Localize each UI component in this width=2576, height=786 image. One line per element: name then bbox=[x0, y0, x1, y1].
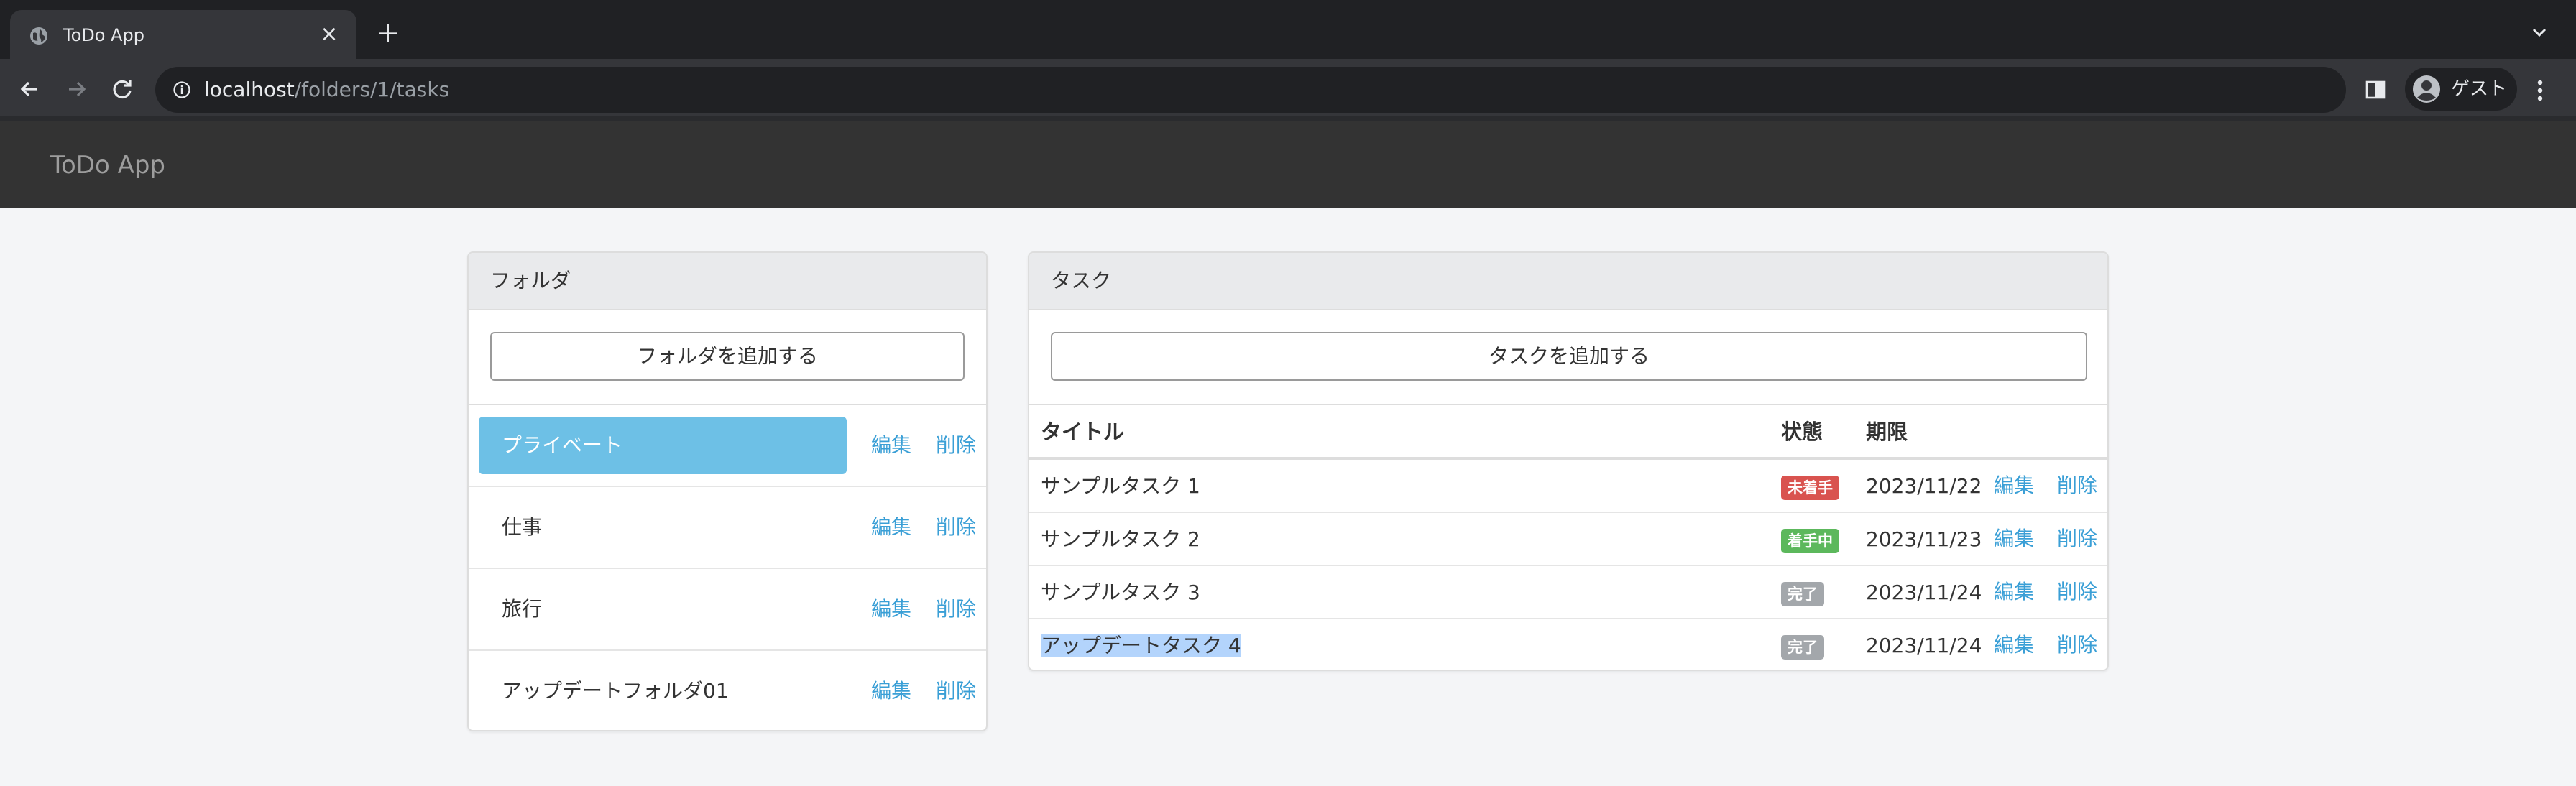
selected-text: アップデートタスク 4 bbox=[1041, 634, 1241, 657]
status-badge: 完了 bbox=[1781, 635, 1824, 660]
task-delete-link[interactable]: 削除 bbox=[2057, 579, 2097, 605]
folder-panel-heading: フォルダ bbox=[469, 253, 986, 310]
column-header-status: 状態 bbox=[1781, 420, 1823, 444]
task-delete-link[interactable]: 削除 bbox=[2057, 632, 2097, 658]
folder-link[interactable]: 仕事 bbox=[479, 499, 847, 556]
folder-delete-link[interactable]: 削除 bbox=[936, 433, 976, 458]
new-tab-icon[interactable]: + bbox=[374, 19, 402, 47]
tab-title: ToDo App bbox=[63, 25, 144, 45]
task-title: サンプルタスク 3 bbox=[1041, 581, 1200, 604]
task-edit-link[interactable]: 編集 bbox=[1994, 473, 2034, 499]
table-row: サンプルタスク 1 未着手 2023/11/22 編集 削除 bbox=[1029, 460, 2107, 513]
status-badge: 着手中 bbox=[1781, 529, 1839, 553]
table-row: アップデートタスク 4 完了 2023/11/24 編集 削除 bbox=[1029, 619, 2107, 670]
add-folder-button[interactable]: フォルダを追加する bbox=[490, 332, 965, 381]
app-navbar: ToDo App bbox=[0, 121, 2576, 208]
table-row: サンプルタスク 3 完了 2023/11/24 編集 削除 bbox=[1029, 566, 2107, 619]
browser-tab-strip: ToDo App × + bbox=[0, 0, 2576, 60]
task-due-date: 2023/11/23 bbox=[1866, 527, 1982, 551]
task-due-date: 2023/11/22 bbox=[1866, 474, 1982, 498]
url-host: localhost bbox=[204, 78, 295, 101]
folder-link[interactable]: アップデートフォルダ01 bbox=[479, 662, 847, 720]
folder-panel: フォルダ フォルダを追加する プライベート 編集 削除 仕事 編集 削除 旅行 … bbox=[467, 251, 988, 731]
folder-edit-link[interactable]: 編集 bbox=[871, 678, 911, 704]
close-tab-icon[interactable]: × bbox=[316, 22, 342, 47]
globe-icon bbox=[30, 27, 47, 45]
task-due-date: 2023/11/24 bbox=[1866, 581, 1982, 604]
table-header: タイトル 状態 期限 bbox=[1029, 405, 2107, 460]
task-edit-link[interactable]: 編集 bbox=[1994, 526, 2034, 552]
table-row: サンプルタスク 2 着手中 2023/11/23 編集 削除 bbox=[1029, 513, 2107, 566]
reload-icon[interactable] bbox=[106, 73, 138, 105]
task-table: タイトル 状態 期限 サンプルタスク 1 未着手 2023/11/22 編集 削… bbox=[1029, 404, 2107, 670]
column-header-title: タイトル bbox=[1041, 420, 1125, 444]
profile-label: ゲスト bbox=[2451, 78, 2508, 100]
folder-delete-link[interactable]: 削除 bbox=[936, 596, 976, 622]
avatar-icon bbox=[2413, 75, 2440, 103]
info-icon[interactable] bbox=[172, 80, 191, 99]
folder-edit-link[interactable]: 編集 bbox=[871, 514, 911, 540]
folder-item: プライベート 編集 削除 bbox=[469, 405, 986, 487]
forward-icon[interactable] bbox=[60, 73, 92, 105]
status-badge: 完了 bbox=[1781, 582, 1824, 606]
address-bar[interactable]: localhost/folders/1/tasks bbox=[155, 67, 2346, 113]
url-path: /folders/1/tasks bbox=[294, 78, 450, 101]
folder-link[interactable]: プライベート bbox=[479, 417, 847, 474]
folder-delete-link[interactable]: 削除 bbox=[936, 678, 976, 704]
url-text: localhost/folders/1/tasks bbox=[204, 77, 449, 103]
task-panel-heading: タスク bbox=[1029, 253, 2107, 310]
browser-toolbar: localhost/folders/1/tasks ゲスト bbox=[0, 59, 2576, 121]
task-edit-link[interactable]: 編集 bbox=[1994, 579, 2034, 605]
task-title: サンプルタスク 2 bbox=[1041, 527, 1200, 551]
add-task-button[interactable]: タスクを追加する bbox=[1051, 332, 2087, 381]
task-edit-link[interactable]: 編集 bbox=[1994, 632, 2034, 658]
profile-button[interactable]: ゲスト bbox=[2405, 68, 2517, 111]
folder-item: 仕事 編集 削除 bbox=[469, 487, 986, 569]
task-due-date: 2023/11/24 bbox=[1866, 634, 1982, 657]
brand-link[interactable]: ToDo App bbox=[50, 149, 165, 181]
status-badge: 未着手 bbox=[1781, 476, 1839, 500]
back-icon[interactable] bbox=[14, 73, 46, 105]
task-panel: タスク タスクを追加する タイトル 状態 期限 サンプルタスク 1 未着手 20… bbox=[1028, 251, 2109, 671]
column-header-due: 期限 bbox=[1866, 420, 1908, 444]
folder-list: プライベート 編集 削除 仕事 編集 削除 旅行 編集 削除 アップデートフォル… bbox=[469, 404, 986, 730]
task-title: サンプルタスク 1 bbox=[1041, 474, 1200, 498]
folder-delete-link[interactable]: 削除 bbox=[936, 514, 976, 540]
folder-edit-link[interactable]: 編集 bbox=[871, 596, 911, 622]
task-delete-link[interactable]: 削除 bbox=[2057, 473, 2097, 499]
folder-link[interactable]: 旅行 bbox=[479, 581, 847, 638]
more-menu-icon[interactable] bbox=[2533, 76, 2547, 105]
browser-tab[interactable]: ToDo App × bbox=[10, 10, 356, 60]
folder-edit-link[interactable]: 編集 bbox=[871, 433, 911, 458]
chevron-down-icon[interactable] bbox=[2529, 22, 2550, 43]
task-delete-link[interactable]: 削除 bbox=[2057, 526, 2097, 552]
side-panel-icon[interactable] bbox=[2365, 79, 2386, 101]
task-title: アップデートタスク 4 bbox=[1041, 632, 1241, 660]
folder-item: アップデートフォルダ01 編集 削除 bbox=[469, 651, 986, 730]
folder-item: 旅行 編集 削除 bbox=[469, 569, 986, 651]
